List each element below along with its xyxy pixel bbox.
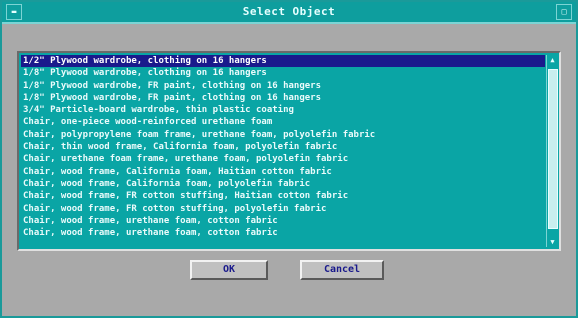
object-list[interactable]: 1/2" Plywood wardrobe, clothing on 16 ha… [21,55,545,247]
list-item[interactable]: Chair, wood frame, FR cotton stuffing, H… [21,190,545,202]
list-item[interactable]: Chair, thin wood frame, California foam,… [21,141,545,153]
list-item[interactable]: 3/4" Particle-board wardrobe, thin plast… [21,104,545,116]
list-item[interactable]: 1/2" Plywood wardrobe, clothing on 16 ha… [21,55,545,68]
list-item[interactable]: Chair, polypropylene foam frame, urethan… [21,129,545,141]
scroll-up-arrow-icon[interactable]: ▲ [547,55,558,65]
list-item[interactable]: Chair, one-piece wood-reinforced urethan… [21,116,545,128]
list-item[interactable]: 1/8" Plywood wardrobe, FR paint, clothin… [21,80,545,92]
ok-button[interactable]: OK [190,260,268,280]
list-item[interactable]: Chair, wood frame, urethane foam, cotton… [21,215,545,227]
cancel-button[interactable]: Cancel [300,260,384,280]
select-object-dialog: ▬ Select Object □ 1/2" Plywood wardrobe,… [0,0,578,318]
scroll-down-arrow-icon[interactable]: ▼ [547,237,558,247]
list-item[interactable]: Chair, wood frame, California foam, Hait… [21,166,545,178]
list-item[interactable]: 1/8" Plywood wardrobe, FR paint, clothin… [21,92,545,104]
maximize-icon[interactable]: □ [556,4,572,20]
list-scrollbar[interactable]: ▲ ▼ [546,55,558,247]
list-item[interactable]: Chair, wood frame, FR cotton stuffing, p… [21,203,545,215]
list-item[interactable]: Chair, wood frame, California foam, poly… [21,178,545,190]
list-item[interactable]: Chair, urethane foam frame, urethane foa… [21,153,545,165]
list-item[interactable]: 1/8" Plywood wardrobe, clothing on 16 ha… [21,67,545,79]
dialog-title: Select Object [242,5,336,18]
title-bar[interactable]: ▬ Select Object □ [2,2,576,24]
scroll-thumb[interactable] [548,69,558,229]
list-item[interactable]: Chair, wood frame, urethane foam, cotton… [21,227,545,239]
object-list-panel: 1/2" Plywood wardrobe, clothing on 16 ha… [17,51,561,251]
